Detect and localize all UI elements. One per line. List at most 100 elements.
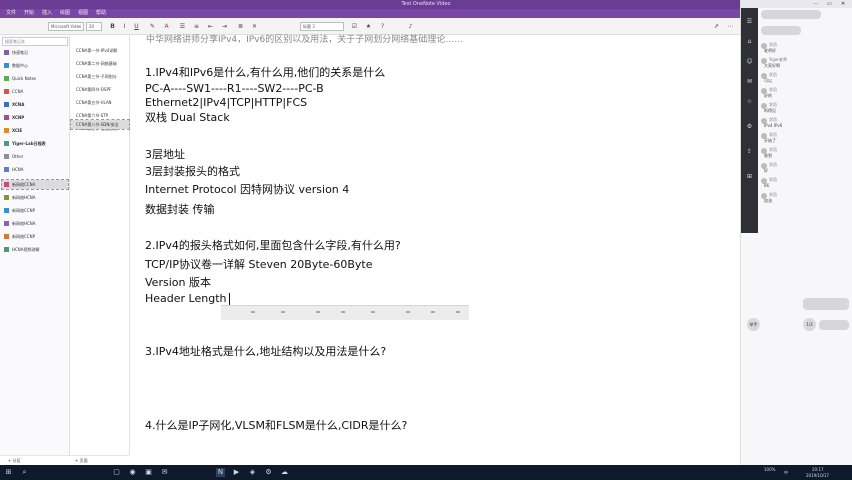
onenote-icon[interactable]: N	[216, 468, 225, 477]
start-icon[interactable]: ⊞	[4, 468, 13, 477]
notebook-item[interactable]: XCIE	[2, 126, 68, 135]
close-icon[interactable]: ✕	[841, 0, 845, 8]
note-line[interactable]: 3层封装报头的格式	[145, 165, 240, 179]
tab-help[interactable]: 帮助	[96, 9, 106, 18]
page-item[interactable]: CCNA第四节-OSPF	[71, 85, 129, 94]
chrome-icon[interactable]: ◉	[128, 468, 137, 477]
tab-file[interactable]: 文件	[6, 9, 16, 18]
tab-home[interactable]: 开始	[24, 9, 34, 18]
notebook-item[interactable]: 新网络CCNP	[2, 206, 68, 215]
notebook-label: XCNA	[12, 102, 25, 107]
notebook-item[interactable]: HCNA视频讲解	[2, 245, 68, 254]
note-line[interactable]: 数据封装 传输	[145, 203, 215, 217]
clear-format-icon[interactable]: ✕	[250, 22, 259, 31]
menu-icon[interactable]: ☰	[746, 18, 753, 25]
font-family-select[interactable]: Microsoft YaHei	[48, 22, 84, 31]
tag-check-icon[interactable]: ☑	[350, 22, 359, 31]
battery-indicator[interactable]: 100%	[764, 466, 775, 473]
raise-hand-button[interactable]: 举手	[747, 318, 760, 331]
notebook-item[interactable]: HCNA	[2, 165, 68, 174]
tab-view[interactable]: 视图	[78, 9, 88, 18]
notebook-search[interactable]: 搜索笔记本	[2, 37, 68, 46]
notebook-item-selected[interactable]: 新网络CCNA	[1, 179, 69, 190]
page-item[interactable]: CCNA第一节-IPv4详解	[71, 46, 129, 55]
chat-message: 学员 66	[761, 177, 851, 191]
bold-button[interactable]: B	[108, 22, 117, 31]
grid-icon[interactable]: ⊞	[746, 173, 753, 180]
page-item[interactable]: CCNA第三节-子网划分	[71, 72, 129, 81]
note-canvas[interactable]: 中华网络讲师分享IPv4，IPv6的区别以及用法，关于子网划分网络基础理论…… …	[130, 35, 740, 465]
underline-button[interactable]: U	[132, 22, 141, 31]
numbering-icon[interactable]: ≡	[192, 22, 201, 31]
clock-date[interactable]: 2019/10/17	[806, 472, 829, 479]
page-item[interactable]: CCNA第二节-网络基础	[71, 59, 129, 68]
highlight-icon[interactable]: ✎	[148, 22, 157, 31]
tab-draw[interactable]: 绘图	[60, 9, 70, 18]
mail-icon[interactable]: ✉	[160, 468, 169, 477]
notebook-item[interactable]: 新网络HCNA	[2, 219, 68, 228]
notebook-item[interactable]: XCNA	[2, 100, 68, 109]
search-icon[interactable]: ⌕	[20, 468, 29, 477]
task-view-icon[interactable]: ▢	[112, 468, 121, 477]
chat-header: ⋯ ▭ ✕	[741, 0, 852, 8]
mail-icon[interactable]: ✉	[746, 78, 753, 85]
chat-tab-bar[interactable]	[761, 10, 821, 19]
gear-icon[interactable]: ⚙	[746, 123, 753, 130]
share-icon[interactable]: ⇗	[712, 22, 721, 31]
note-line[interactable]: 双栈 Dual Stack	[145, 111, 230, 125]
note-line[interactable]: Internet Protocol 因特网协议 version 4	[145, 183, 349, 197]
cloud-icon[interactable]: ☁	[280, 468, 289, 477]
notebook-item[interactable]: 新网络HCNA	[2, 193, 68, 202]
chat-notification-pill[interactable]	[803, 298, 849, 310]
note-line[interactable]: PC-A----SW1----R1----SW2----PC-B	[145, 82, 324, 96]
notebook-item[interactable]: CCNA	[2, 87, 68, 96]
tab-insert[interactable]: 插入	[42, 9, 52, 18]
style-select[interactable]: 标题 3	[300, 22, 344, 31]
page-item-selected[interactable]: CCNA第八节-SDN/安全	[70, 119, 130, 130]
settings-icon[interactable]: ⚙	[264, 468, 273, 477]
note-line[interactable]: TCP/IP协议卷一详解 Steven 20Byte-60Byte	[145, 258, 373, 272]
app-icon[interactable]: ◈	[248, 468, 257, 477]
outdent-icon[interactable]: ⇤	[206, 22, 215, 31]
emoji-icon[interactable]: ☺	[746, 58, 753, 65]
question-1[interactable]: 1.IPv4和IPv6是什么,有什么用,他们的关系是什么	[145, 66, 385, 80]
notebook-item[interactable]: 数据中心	[2, 61, 68, 70]
home-icon[interactable]: ⌂	[746, 38, 753, 45]
notebook-item[interactable]: XCNP	[2, 113, 68, 122]
chat-input-pill[interactable]	[819, 320, 849, 330]
tag-star-icon[interactable]: ★	[364, 22, 373, 31]
indent-icon[interactable]: ⇥	[220, 22, 229, 31]
notebook-item[interactable]: Other	[2, 152, 68, 161]
note-line-active[interactable]: Header Length	[145, 292, 230, 306]
note-line[interactable]: Ethernet2|IPv4|TCP|HTTP|FCS	[145, 96, 307, 110]
notebook-item[interactable]: 快速笔记	[2, 48, 68, 57]
star-icon[interactable]: ☆	[746, 98, 753, 105]
notebook-item[interactable]: 新网络CCNP	[2, 232, 68, 241]
question-2[interactable]: 2.IPv4的报头格式如何,里面包含什么字段,有什么用?	[145, 239, 401, 253]
notebook-item[interactable]: Yiger-Lab日程表	[2, 139, 68, 148]
italic-button[interactable]: I	[120, 22, 129, 31]
upload-icon[interactable]: ⇪	[746, 148, 753, 155]
more-icon[interactable]: ⋯	[726, 22, 735, 31]
language-indicator[interactable]: 中	[784, 469, 788, 476]
tag-question-icon[interactable]: ?	[378, 22, 387, 31]
dictate-icon[interactable]: ♪	[406, 22, 415, 31]
question-4[interactable]: 4.什么是IP子网化,VLSM和FLSM是什么,CIDR是什么?	[145, 419, 407, 433]
bullets-icon[interactable]: ☰	[178, 22, 187, 31]
restore-icon[interactable]: ▭	[827, 0, 832, 8]
note-line[interactable]: Version 版本	[145, 276, 211, 290]
player-icon[interactable]: ▶	[232, 468, 241, 477]
notebook-label: Yiger-Lab日程表	[12, 141, 46, 146]
question-3[interactable]: 3.IPv4地址格式是什么,地址结构以及用法是什么?	[145, 345, 386, 359]
page-item[interactable]: CCNA第六节-STP	[71, 111, 129, 120]
more-icon[interactable]: ⋯	[813, 0, 818, 8]
page-item[interactable]: CCNA第五节-VLAN	[71, 98, 129, 107]
page-counter-button[interactable]: 1/3	[803, 318, 816, 331]
explorer-icon[interactable]: ▣	[144, 468, 153, 477]
font-size-select[interactable]: 20	[86, 22, 102, 31]
chat-tab-bar[interactable]	[761, 26, 801, 35]
font-color-icon[interactable]: A	[162, 22, 171, 31]
note-line[interactable]: 3层地址	[145, 148, 185, 162]
notebook-item[interactable]: Quick Notes	[2, 74, 68, 83]
align-icon[interactable]: ≣	[236, 22, 245, 31]
